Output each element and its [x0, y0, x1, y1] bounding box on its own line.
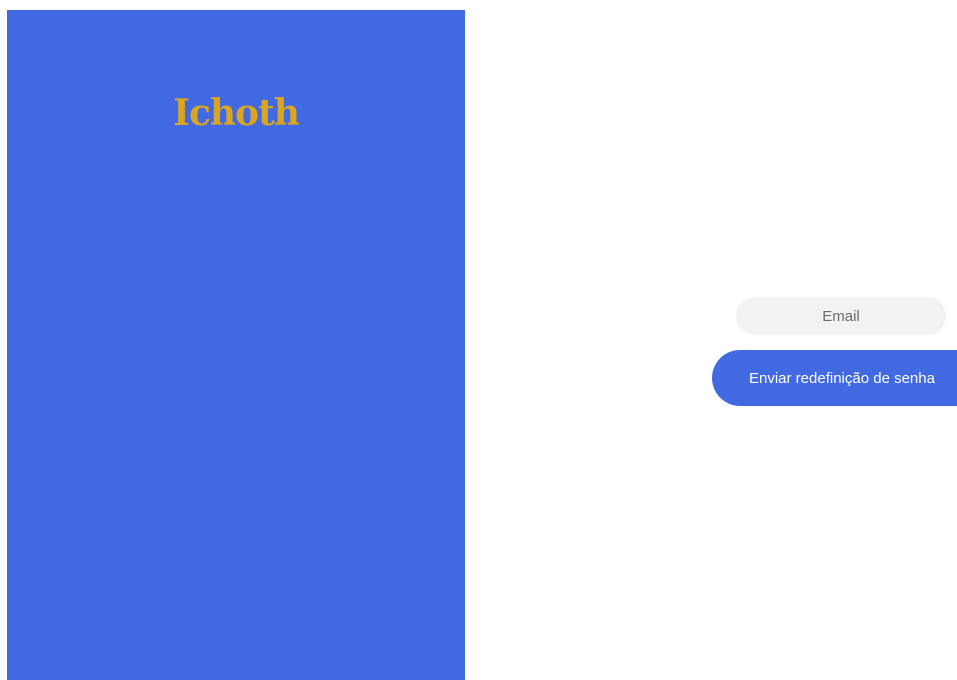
password-reset-page: Ichoth Enviar redefinição de senha [0, 0, 957, 680]
brand-panel: Ichoth [7, 10, 465, 680]
send-password-reset-button[interactable]: Enviar redefinição de senha [712, 350, 957, 406]
brand-logo: Ichoth [173, 92, 300, 134]
email-field[interactable] [736, 297, 946, 335]
